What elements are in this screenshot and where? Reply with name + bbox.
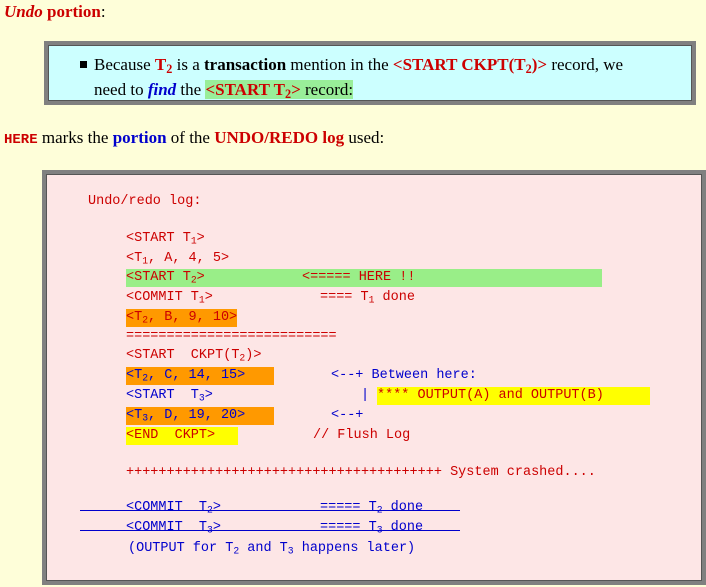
heading-portion: portion — [46, 2, 101, 21]
log-title: Undo/redo log: — [88, 194, 202, 209]
start-ckpt-term: <START CKPT(T2)> — [392, 55, 548, 77]
bullet-icon — [80, 61, 87, 68]
log-end-ckpt: <END CKPT> — [126, 427, 238, 445]
log-arrow-end: <--+ — [331, 408, 364, 423]
log-t2-record-2: <T2, C, 14, 15> — [126, 367, 274, 385]
log-start-t2: <START T2> — [126, 270, 205, 286]
log-commit-t1: <COMMIT T1> — [126, 290, 213, 306]
log-crash: +++++++++++++++++++++++++++++++++++++++ … — [126, 465, 596, 480]
bullet-text: Because T2 is a transaction mention in t… — [94, 55, 624, 102]
log-t3-done: ===== T3 done — [320, 520, 424, 535]
log-start-ckpt: <START CKPT(T2)> — [126, 348, 262, 364]
log-start-t3: <START T3> — [126, 388, 213, 404]
bullet-box: Because T2 is a transaction mention in t… — [44, 41, 696, 105]
log-here-arrow: <===== HERE !! — [302, 270, 416, 285]
log-t1-done: ==== T1 done — [320, 290, 415, 306]
log-flush: // Flush Log — [313, 428, 411, 443]
t2-term: T2 — [154, 55, 173, 77]
log-output-note: **** OUTPUT(A) and OUTPUT(B) — [377, 387, 650, 405]
log-t2-record: <T2, B, 9, 10> — [126, 309, 238, 327]
log-t3-record: <T3, D, 19, 20> — [126, 407, 274, 425]
log-pipe: | — [361, 388, 370, 403]
log-output-later: (OUTPUT for T2 and T3 happens later) — [128, 541, 416, 557]
strike-line-t2 — [80, 510, 460, 511]
heading-undo: Undo — [4, 2, 43, 21]
heading-colon: : — [100, 2, 106, 21]
section-heading: Undo portion: — [4, 2, 106, 22]
start-t2-highlight: <START T2> record: — [205, 80, 354, 102]
log-separator: ========================== — [126, 329, 337, 344]
log-start-t1: <START T1> — [126, 231, 205, 247]
strike-line-t3 — [80, 530, 460, 531]
log-commit-t3: <COMMIT T3> — [126, 520, 221, 535]
log-t2-done: ===== T2 done — [320, 500, 424, 515]
log-between: <--+ Between here: — [331, 368, 477, 383]
log-commit-t2: <COMMIT T2> — [126, 500, 221, 515]
here-description: HERE marks the portion of the UNDO/REDO … — [4, 128, 385, 148]
log-t1-record: <T1, A, 4, 5> — [126, 251, 230, 267]
log-box: Undo/redo log: <START T1> <T1, A, 4, 5> … — [42, 170, 706, 585]
